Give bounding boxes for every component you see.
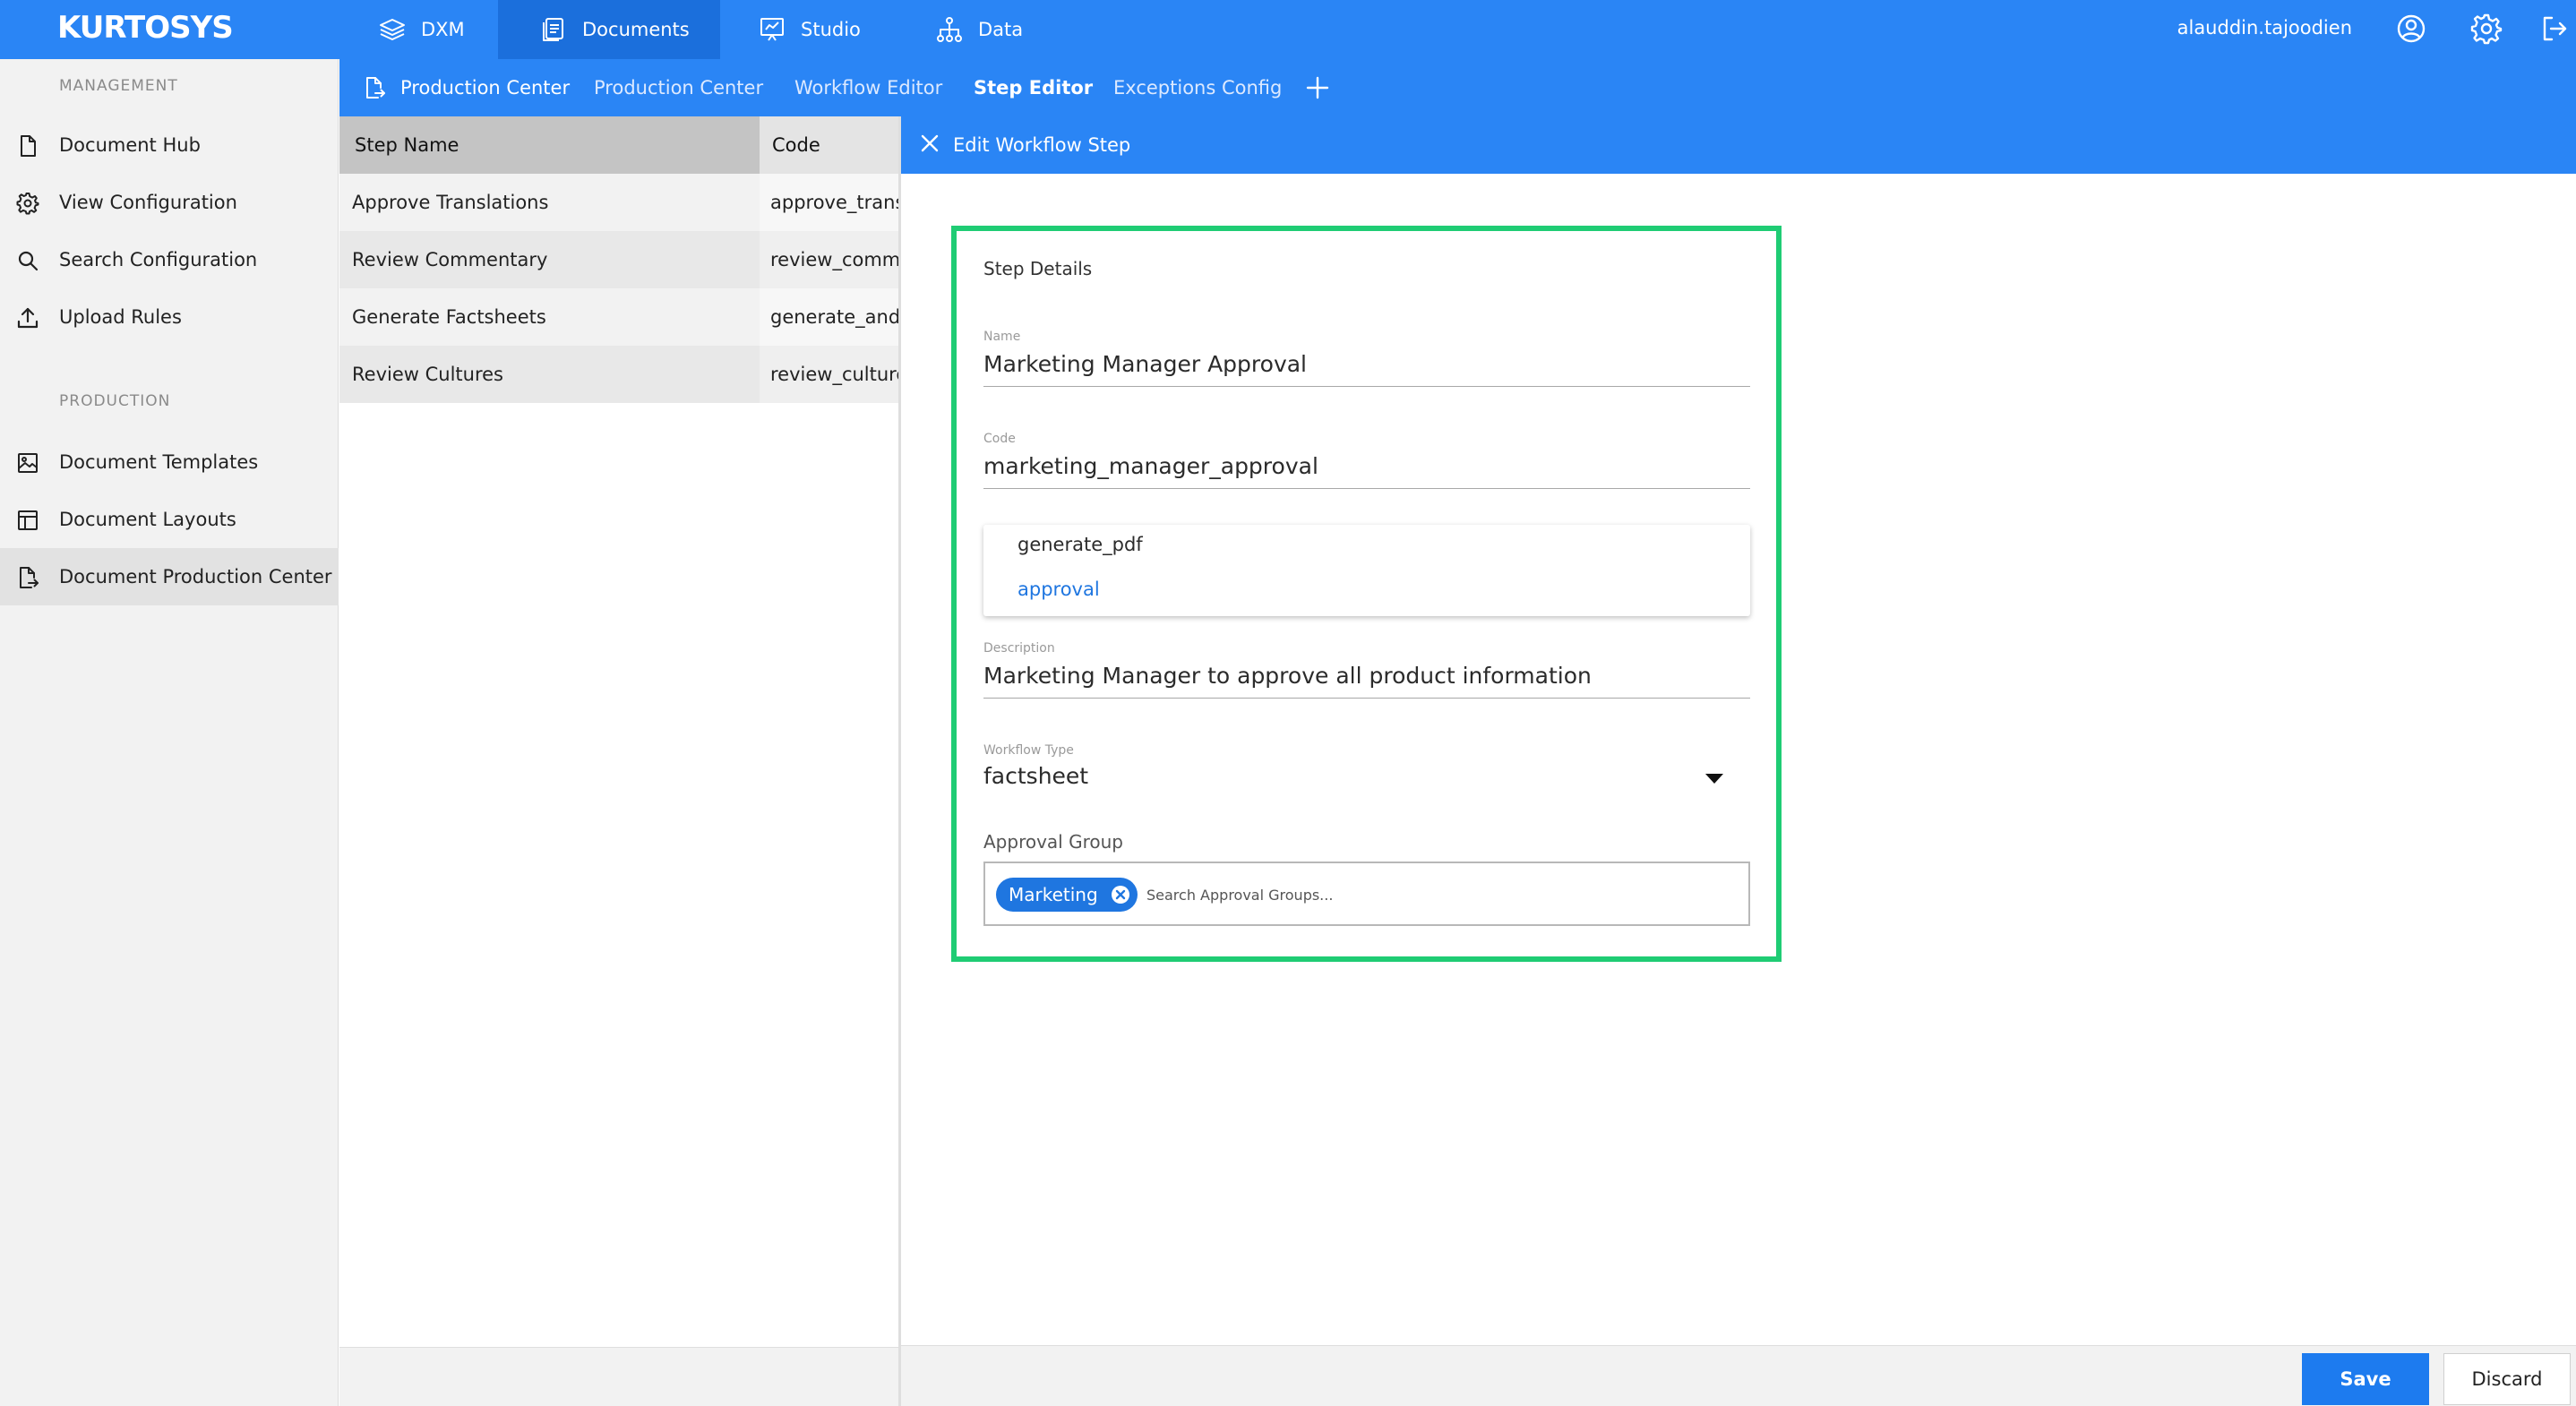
file-icon [16, 134, 39, 158]
nav-dxm[interactable]: DXM [378, 0, 484, 59]
cell-step-name: Review Cultures [339, 346, 760, 403]
approval-group-search[interactable] [1146, 878, 1720, 912]
nav-data[interactable]: Data [935, 0, 1043, 59]
cell-step-name: Review Commentary [339, 231, 760, 288]
panel-title: Edit Workflow Step [953, 134, 1131, 156]
nav-label: Studio [801, 19, 861, 40]
caret-down-icon [1705, 774, 1723, 784]
table-row[interactable]: Approve Translations approve_trans [339, 174, 898, 231]
steps-table: Step Name Code Approve Translations appr… [339, 116, 898, 1347]
tab-step-editor[interactable]: Step Editor [974, 59, 1093, 116]
tab-workflow-editor[interactable]: Workflow Editor [794, 59, 942, 116]
user-circle-icon[interactable] [2395, 13, 2427, 45]
document-icon [539, 15, 568, 44]
sidebar-item-document-templates[interactable]: Document Templates [0, 433, 339, 491]
sidebar-item-label: Document Layouts [59, 509, 236, 530]
step-details-card: Step Details Name Code generate_pdf appr… [951, 226, 1782, 962]
tab-exceptions-config[interactable]: Exceptions Config [1113, 59, 1282, 116]
sidebar-section-title: PRODUCTION [59, 392, 171, 410]
panel-divider[interactable] [898, 116, 901, 1406]
sidebar-item-label: Document Templates [59, 451, 259, 473]
sidebar-item-upload-rules[interactable]: Upload Rules [0, 288, 339, 346]
cell-code: review_comme [760, 231, 898, 288]
save-button[interactable]: Save [2302, 1353, 2429, 1405]
cell-step-name: Generate Factsheets [339, 288, 760, 346]
gear-icon [16, 192, 39, 215]
table-header: Step Name Code [339, 116, 898, 174]
top-bar: KURTOSYS DXM Documents Studio Data alaud… [0, 0, 2576, 59]
approval-group-label: Approval Group [983, 831, 1123, 853]
logout-icon[interactable] [2538, 13, 2571, 45]
upload-icon [16, 306, 39, 330]
workflow-type-value: factsheet [983, 763, 1089, 789]
close-circle-icon[interactable] [1111, 885, 1130, 904]
section-title: Step Details [983, 258, 1093, 279]
sidebar-item-document-production-center[interactable]: Document Production Center [0, 548, 339, 605]
cell-code: approve_trans [760, 174, 898, 231]
sidebar-item-document-hub[interactable]: Document Hub [0, 116, 339, 174]
image-icon [16, 451, 39, 475]
nav-label: DXM [421, 19, 465, 40]
workflow-type-select[interactable]: factsheet [983, 759, 1750, 804]
layout-icon [16, 509, 39, 532]
panel-footer: Save Discard [901, 1345, 2576, 1406]
sidebar-item-label: Document Hub [59, 134, 201, 156]
file-export-icon [363, 76, 386, 99]
nav-documents[interactable]: Documents [498, 0, 720, 59]
approval-group-input[interactable]: Marketing [983, 862, 1750, 926]
gear-icon[interactable] [2470, 13, 2503, 45]
table-footer [339, 1347, 898, 1406]
hierarchy-icon [935, 15, 964, 44]
kurtosys-logo[interactable]: KURTOSYS [57, 0, 234, 59]
description-field[interactable] [983, 654, 1750, 699]
sidebar-item-search-configuration[interactable]: Search Configuration [0, 231, 339, 288]
sidebar-item-label: Upload Rules [59, 306, 182, 328]
tab-production-center-2[interactable]: Production Center [594, 59, 763, 116]
sub-tab-bar: Production Center Production Center Work… [339, 59, 2576, 116]
file-export-icon [16, 566, 39, 589]
dropdown-option[interactable]: approval [1018, 579, 1100, 600]
nav-studio[interactable]: Studio [758, 0, 874, 59]
name-field[interactable] [983, 342, 1750, 387]
presentation-icon [758, 15, 786, 44]
sidebar-item-label: Search Configuration [59, 249, 258, 270]
panel-header: Edit Workflow Step [901, 116, 2576, 174]
sidebar-item-document-layouts[interactable]: Document Layouts [0, 491, 339, 548]
table-row[interactable]: Review Commentary review_comme [339, 231, 898, 288]
nav-label: Data [978, 19, 1024, 40]
plus-icon[interactable] [1303, 73, 1332, 102]
table-row[interactable]: Generate Factsheets generate_and_ [339, 288, 898, 346]
approval-group-chip: Marketing [996, 878, 1138, 912]
column-header-code[interactable]: Code [760, 116, 898, 174]
dropdown-option[interactable]: generate_pdf [1018, 534, 1143, 555]
chip-label: Marketing [1009, 884, 1098, 905]
sidebar-item-label: Document Production Center [59, 566, 332, 587]
close-icon[interactable] [917, 131, 942, 156]
tab-production-center[interactable]: Production Center [400, 59, 570, 116]
search-icon [16, 249, 39, 272]
cell-code: review_culture [760, 346, 898, 403]
sidebar: MANAGEMENT Document Hub View Configurati… [0, 59, 339, 1406]
layers-icon [378, 15, 407, 44]
table-row[interactable]: Review Cultures review_culture [339, 346, 898, 403]
cell-code: generate_and_ [760, 288, 898, 346]
code-suggestions-dropdown: generate_pdf approval [983, 525, 1750, 616]
sidebar-item-view-configuration[interactable]: View Configuration [0, 174, 339, 231]
sidebar-item-label: View Configuration [59, 192, 237, 213]
nav-label: Documents [582, 19, 690, 40]
code-field[interactable] [983, 444, 1750, 489]
discard-button[interactable]: Discard [2443, 1353, 2571, 1405]
user-name[interactable]: alauddin.tajoodien [2177, 0, 2352, 56]
sidebar-section-title: MANAGEMENT [59, 77, 178, 95]
cell-step-name: Approve Translations [339, 174, 760, 231]
workflow-type-label: Workflow Type [983, 743, 1074, 758]
column-header-step-name[interactable]: Step Name [355, 116, 459, 174]
